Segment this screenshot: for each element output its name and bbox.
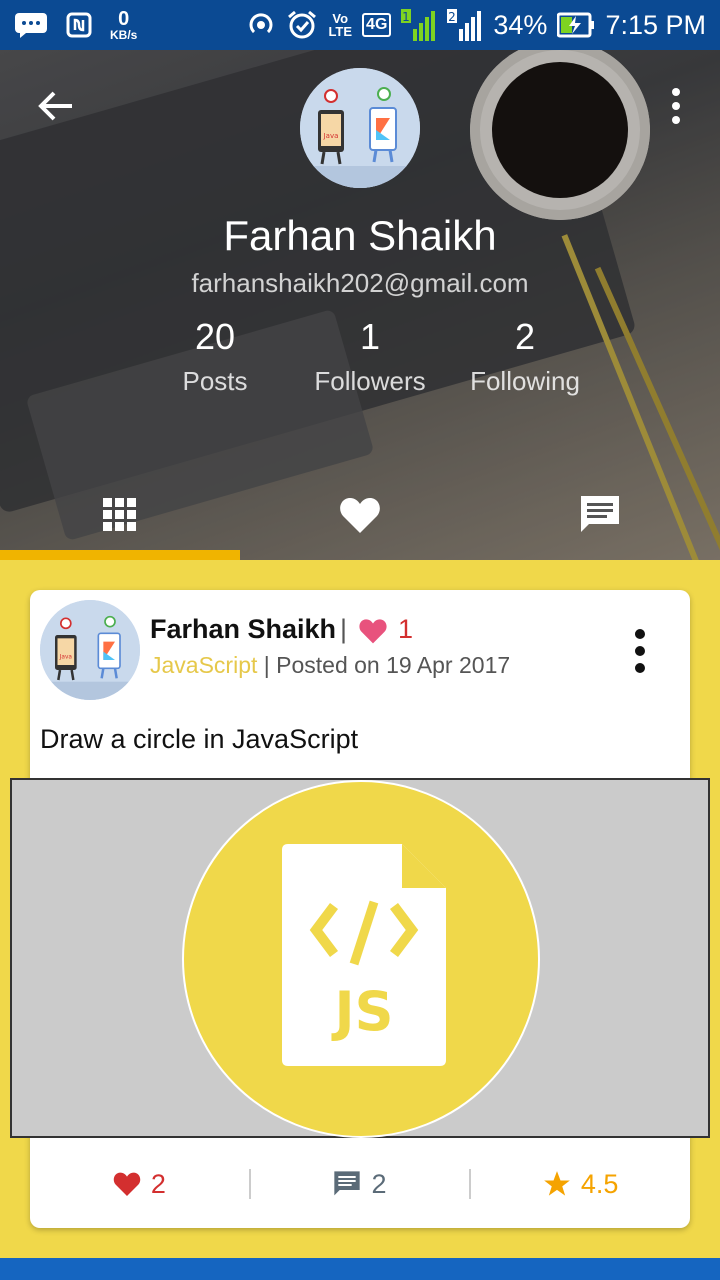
post-like-count: 1 [398,614,414,644]
signal-sim1-icon: 1 [401,9,437,41]
post-date: | Posted on 19 Apr 2017 [257,652,511,678]
android-mascot-illustration: Java [300,68,420,188]
rating-value: 4.5 [580,1168,619,1199]
svg-text:Java: Java [59,654,73,660]
post-actions: 2 2 4.5 [30,1140,690,1228]
like-button[interactable]: 2 [30,1169,249,1200]
comment-button[interactable]: 2 [251,1169,470,1200]
signal-sim2-icon: 2 [447,9,483,41]
svg-text:Java: Java [323,132,339,140]
battery-charging-icon [557,12,595,38]
bottom-navigation-bar [0,1258,720,1280]
chat-bubble-icon [14,12,48,38]
alarm-icon [286,9,318,41]
clock-time: 7:15 PM [605,9,706,40]
star-icon [544,1171,570,1196]
profile-avatar[interactable]: Java [300,68,420,188]
js-logo-circle: JS [182,780,540,1138]
post-language-tag[interactable]: JavaScript [150,652,257,678]
javascript-file-icon: JS [282,844,446,1066]
nfc-icon [66,12,92,38]
stat-followers[interactable]: 1 Followers [295,316,445,397]
stat-label: Posts [182,366,248,396]
back-button[interactable] [36,86,76,126]
comment-icon [581,496,619,532]
stat-posts[interactable]: 20 Posts [140,316,290,397]
grid-icon [103,498,136,531]
stat-label: Following [470,366,580,396]
tab-posts-grid[interactable] [0,470,240,560]
svg-text:2: 2 [449,10,457,24]
network-type: 4G [362,13,392,37]
status-bar: 0 KB/s Vo LTE 4G 1 2 34% 7:15 PM [0,0,720,50]
network-speed: 0 KB/s [110,8,138,42]
overflow-menu-button[interactable] [664,86,688,126]
more-vert-icon [635,629,645,673]
profile-stats: 20 Posts 1 Followers 2 Following [140,316,600,397]
stat-value: 20 [194,316,236,357]
post-title: Draw a circle in JavaScript [40,724,359,754]
stat-value: 1 [359,316,381,357]
comment-count: 2 [371,1168,387,1199]
more-vert-icon [672,88,680,124]
comment-icon [334,1171,361,1196]
profile-header: Java Farhan Shaikh farhanshaikh202@gmail… [0,50,720,560]
rating-button[interactable]: 4.5 [471,1169,690,1200]
post-author-name[interactable]: Farhan Shaikh [150,614,336,645]
heart-icon [340,498,380,533]
profile-tabs [0,470,720,560]
heart-icon [358,618,388,644]
tab-liked[interactable] [240,470,480,560]
author-separator: | [340,614,348,644]
post-meta: JavaScript | Posted on 19 Apr 2017 [150,652,510,679]
android-mascot-illustration: Java [40,600,140,700]
battery-percent: 34% [493,9,548,40]
profile-email: farhanshaikh202@gmail.com [191,268,529,298]
stat-value: 2 [514,316,536,357]
active-tab-indicator [0,550,240,560]
profile-name: Farhan Shaikh [223,212,497,259]
stat-following[interactable]: 2 Following [450,316,600,397]
svg-text:1: 1 [403,10,411,24]
stat-label: Followers [314,366,426,396]
like-count: 2 [150,1168,166,1199]
post-image[interactable]: JS [10,778,710,1138]
post-overflow-menu[interactable] [630,628,650,674]
tab-comments[interactable] [480,470,720,560]
post-author-avatar[interactable]: Java [40,600,140,700]
svg-text:JS: JS [331,980,394,1043]
heart-icon [113,1172,141,1196]
arrow-left-icon [38,91,72,121]
hotspot-icon [246,10,276,40]
volte-indicator: Vo LTE [328,11,353,39]
